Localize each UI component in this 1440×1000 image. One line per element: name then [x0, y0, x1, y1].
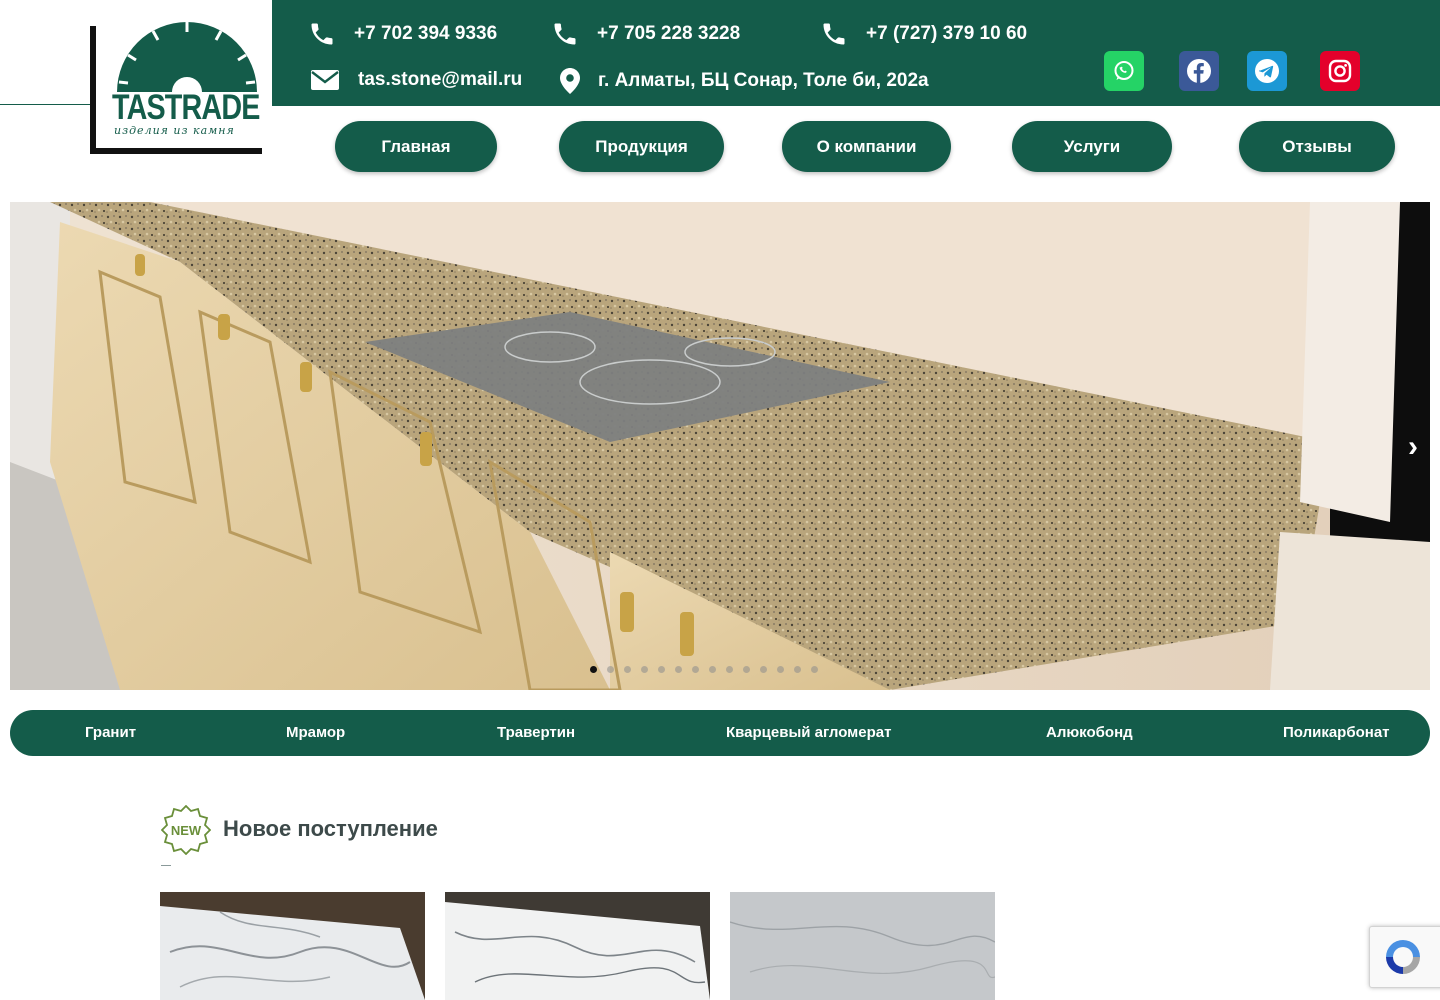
- category-quartz[interactable]: Кварцевый агломерат: [726, 710, 891, 756]
- category-granite[interactable]: Гранит: [85, 710, 136, 756]
- slider-dot[interactable]: [760, 666, 767, 673]
- address-text: г. Алматы, БЦ Сонар, Толе би, 202а: [598, 70, 929, 91]
- section-title: Новое поступление: [223, 816, 438, 841]
- nav-products[interactable]: Продукция: [559, 121, 724, 172]
- nav-reviews[interactable]: Отзывы: [1239, 121, 1395, 172]
- saw-blade-icon: [117, 22, 257, 92]
- phone-icon: [551, 20, 579, 48]
- logo-tagline: изделия из камня: [114, 124, 235, 137]
- facebook-icon: [1187, 59, 1211, 83]
- hero-slider[interactable]: ›: [10, 202, 1430, 690]
- recaptcha-icon: [1386, 940, 1420, 974]
- phone-1-link[interactable]: +7 702 394 9336: [308, 20, 497, 48]
- category-alucobond[interactable]: Алюкобонд: [1046, 710, 1133, 756]
- email-text: tas.stone@mail.ru: [358, 69, 523, 90]
- slider-dot[interactable]: [709, 666, 716, 673]
- slider-dot[interactable]: [777, 666, 784, 673]
- envelope-icon: [310, 68, 340, 92]
- hero-kitchen-image: [10, 202, 1430, 690]
- chevron-right-icon[interactable]: ›: [1408, 430, 1418, 464]
- instagram-icon: [1328, 59, 1352, 83]
- slider-dot[interactable]: [641, 666, 648, 673]
- email-link[interactable]: tas.stone@mail.ru: [310, 68, 522, 92]
- contact-bar: +7 702 394 9336 +7 705 228 3228 +7 (727)…: [272, 0, 1440, 106]
- slider-dot[interactable]: [811, 666, 818, 673]
- phone-1-text: +7 702 394 9336: [354, 23, 498, 44]
- nav-services[interactable]: Услуги: [1012, 121, 1172, 172]
- header-divider-line: [0, 104, 92, 105]
- facebook-button[interactable]: [1179, 51, 1219, 91]
- product-card[interactable]: [160, 892, 425, 1000]
- slider-dot[interactable]: [692, 666, 699, 673]
- recaptcha-badge[interactable]: [1369, 926, 1440, 988]
- map-pin-icon: [560, 68, 580, 94]
- slider-dot[interactable]: [675, 666, 682, 673]
- phone-icon: [308, 20, 336, 48]
- category-travertine[interactable]: Травертин: [497, 710, 575, 756]
- nav-about[interactable]: О компании: [782, 121, 951, 172]
- whatsapp-icon: [1114, 61, 1134, 80]
- category-marble[interactable]: Мрамор: [286, 710, 345, 756]
- section-divider: [161, 865, 171, 866]
- product-image: [445, 892, 710, 1000]
- new-badge-icon: NEW: [160, 804, 212, 860]
- product-image: [730, 892, 995, 1000]
- phone-2-link[interactable]: +7 705 228 3228: [551, 20, 740, 48]
- site-logo[interactable]: TASTRADE изделия из камня: [90, 22, 264, 154]
- svg-text:NEW: NEW: [171, 823, 202, 838]
- nav-home[interactable]: Главная: [335, 121, 497, 172]
- slider-dot[interactable]: [607, 666, 614, 673]
- phone-icon: [820, 20, 848, 48]
- telegram-icon: [1255, 59, 1279, 83]
- category-bar: Гранит Мрамор Травертин Кварцевый агломе…: [10, 710, 1430, 756]
- instagram-button[interactable]: [1320, 51, 1360, 91]
- phone-3-link[interactable]: +7 (727) 379 10 60: [820, 20, 1027, 48]
- slider-dot[interactable]: [794, 666, 801, 673]
- logo-brand-text: TASTRADE: [112, 88, 260, 127]
- category-polygal[interactable]: Поликарбонат: [1283, 710, 1390, 756]
- product-image: [160, 892, 425, 1000]
- slider-dot[interactable]: [658, 666, 665, 673]
- product-card[interactable]: [730, 892, 995, 1000]
- phone-2-text: +7 705 228 3228: [597, 23, 741, 44]
- address-link[interactable]: г. Алматы, БЦ Сонар, Толе би, 202а: [560, 68, 929, 94]
- phone-3-text: +7 (727) 379 10 60: [866, 23, 1028, 44]
- product-card[interactable]: [445, 892, 710, 1000]
- telegram-button[interactable]: [1247, 51, 1287, 91]
- slider-dot[interactable]: [743, 666, 750, 673]
- slider-pagination: [590, 666, 818, 673]
- slider-dot[interactable]: [590, 666, 597, 673]
- whatsapp-button[interactable]: [1104, 51, 1144, 91]
- slider-dot[interactable]: [726, 666, 733, 673]
- slider-dot[interactable]: [624, 666, 631, 673]
